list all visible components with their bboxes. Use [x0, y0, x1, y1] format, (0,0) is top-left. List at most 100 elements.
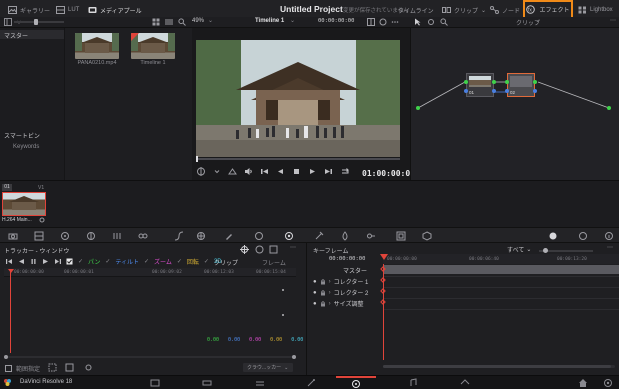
- filter-pan[interactable]: パン: [88, 257, 100, 266]
- keyframe-zoom-slider[interactable]: [539, 248, 593, 253]
- stop-icon[interactable]: [292, 167, 301, 176]
- node-01[interactable]: 01: [464, 73, 496, 97]
- shape-icon[interactable]: [228, 167, 237, 176]
- keyframe-ruler[interactable]: 00:00:00:00 00:00:06:40 00:00:13:20: [383, 254, 619, 264]
- keyframe-diamond[interactable]: [380, 299, 386, 305]
- highlight-icon[interactable]: [379, 18, 387, 26]
- chevron-right-icon[interactable]: ›: [329, 290, 331, 296]
- tracker-ruler[interactable]: 00:00:00:00 00:00:00:01 00:00:09:02 00:0…: [4, 268, 296, 277]
- reset-icon[interactable]: [578, 231, 588, 241]
- chevron-down-icon[interactable]: ⌄: [535, 17, 540, 24]
- skip-back-icon[interactable]: [260, 167, 269, 176]
- fx-icon[interactable]: [269, 245, 278, 254]
- track-row-sizing[interactable]: ● › サイズ調整: [313, 299, 363, 309]
- track-row-corrector1[interactable]: ● › コレクター 1: [313, 277, 368, 287]
- fusion-page-icon[interactable]: [306, 378, 316, 388]
- pointer-icon[interactable]: [414, 18, 422, 26]
- lock-icon[interactable]: [320, 300, 326, 307]
- video-frame[interactable]: [196, 40, 400, 157]
- play-icon[interactable]: [308, 167, 317, 176]
- chevron-down-icon[interactable]: ⌄: [208, 17, 213, 24]
- motion-effects-icon[interactable]: [138, 231, 148, 241]
- zoom-icon[interactable]: [440, 18, 448, 26]
- camera-raw-icon[interactable]: [8, 231, 18, 241]
- timeline-clip-thumbnail[interactable]: [2, 192, 46, 216]
- input-port[interactable]: [416, 106, 420, 110]
- output-port[interactable]: [607, 106, 611, 110]
- filter-zoom[interactable]: ズーム: [154, 257, 172, 266]
- more-icon[interactable]: ⋯: [610, 17, 616, 24]
- more-icon[interactable]: ⋯: [607, 244, 613, 251]
- chevron-right-icon[interactable]: ›: [329, 279, 331, 285]
- cut-page-icon[interactable]: [202, 378, 212, 388]
- window-icon[interactable]: [254, 231, 264, 241]
- scroll-handle[interactable]: [4, 355, 8, 359]
- curves-icon[interactable]: [174, 231, 184, 241]
- color-warper-icon[interactable]: [196, 231, 206, 241]
- timeline-name[interactable]: Timeline 1: [255, 18, 284, 24]
- checkbox-icon[interactable]: [66, 258, 73, 265]
- tracker-playhead[interactable]: [10, 270, 11, 353]
- slider-handle[interactable]: [34, 19, 38, 25]
- keyframe-diamond[interactable]: [380, 277, 386, 283]
- point-tracker-icon[interactable]: [84, 363, 93, 372]
- home-icon[interactable]: [578, 378, 588, 388]
- rgb-mixer-icon[interactable]: [112, 231, 122, 241]
- checkbox-icon[interactable]: [5, 365, 12, 372]
- split-view-icon[interactable]: [367, 18, 375, 26]
- node-output-port[interactable]: [492, 80, 496, 84]
- keyframe-filter-select[interactable]: すべて ⌄: [507, 245, 531, 254]
- chevron-right-icon[interactable]: ›: [329, 301, 331, 307]
- lock-icon[interactable]: [320, 289, 326, 296]
- mode-frame-tab[interactable]: フレーム: [262, 258, 286, 267]
- chevron-down-icon[interactable]: ⌄: [290, 17, 295, 24]
- cloud-tracker-select[interactable]: クラウ...ッカー ⌄: [243, 363, 293, 372]
- keyframe-scrollbar[interactable]: [383, 365, 615, 368]
- color-wheels-icon[interactable]: [60, 231, 70, 241]
- thumbnail-size-slider[interactable]: [14, 19, 64, 25]
- node-key-output-port[interactable]: [492, 89, 496, 93]
- node-02[interactable]: 02: [505, 73, 537, 97]
- node-input-port[interactable]: [464, 80, 468, 84]
- zoom-level[interactable]: 49%: [192, 18, 204, 24]
- add-point-icon[interactable]: [48, 363, 57, 372]
- track-reverse-frame-icon[interactable]: [6, 258, 13, 265]
- node-output-port[interactable]: [533, 80, 537, 84]
- qualifier-icon[interactable]: [224, 231, 234, 241]
- window-shape-icon[interactable]: [255, 245, 264, 254]
- filter-tilt[interactable]: ティルト: [115, 257, 139, 266]
- color-page-tab[interactable]: [336, 376, 376, 389]
- keyframe-diamond[interactable]: [380, 288, 386, 294]
- node-input-port[interactable]: [505, 80, 509, 84]
- edit-page-icon[interactable]: [255, 378, 265, 388]
- 3d-icon[interactable]: [422, 231, 432, 241]
- tracker-scrollbar[interactable]: [4, 355, 296, 359]
- lock-icon[interactable]: [320, 278, 326, 285]
- fairlight-page-icon[interactable]: [408, 378, 418, 388]
- scroll-handle[interactable]: [292, 355, 296, 359]
- sizing-icon[interactable]: [396, 231, 406, 241]
- mode-clip-tab[interactable]: クリップ: [214, 258, 238, 267]
- node-editor[interactable]: 01 02: [410, 28, 619, 180]
- search-icon[interactable]: [178, 18, 186, 26]
- delete-point-icon[interactable]: [65, 363, 74, 372]
- speaker-icon[interactable]: [244, 167, 253, 176]
- bin-master[interactable]: マスター: [4, 31, 28, 40]
- panel-toggle-icon[interactable]: [4, 18, 12, 26]
- play-reverse-icon[interactable]: [276, 167, 285, 176]
- magic-mask-icon[interactable]: [314, 231, 324, 241]
- grid-view-icon[interactable]: [152, 18, 160, 26]
- slider-handle[interactable]: [543, 248, 548, 253]
- filter-rotate[interactable]: 回転: [187, 257, 199, 266]
- info-icon[interactable]: [604, 231, 614, 241]
- key-icon[interactable]: [366, 231, 376, 241]
- toggle-icon[interactable]: [548, 231, 558, 241]
- media-thumb-timeline1[interactable]: [131, 33, 175, 59]
- chevron-down-icon[interactable]: [213, 167, 221, 176]
- list-view-icon[interactable]: [165, 18, 173, 26]
- track-stop-icon[interactable]: [30, 258, 37, 265]
- crosshair-icon[interactable]: [240, 245, 249, 254]
- scroll-thumb[interactable]: [383, 365, 611, 368]
- scrubber-handle[interactable]: [196, 156, 198, 162]
- track-forward-icon[interactable]: [42, 258, 49, 265]
